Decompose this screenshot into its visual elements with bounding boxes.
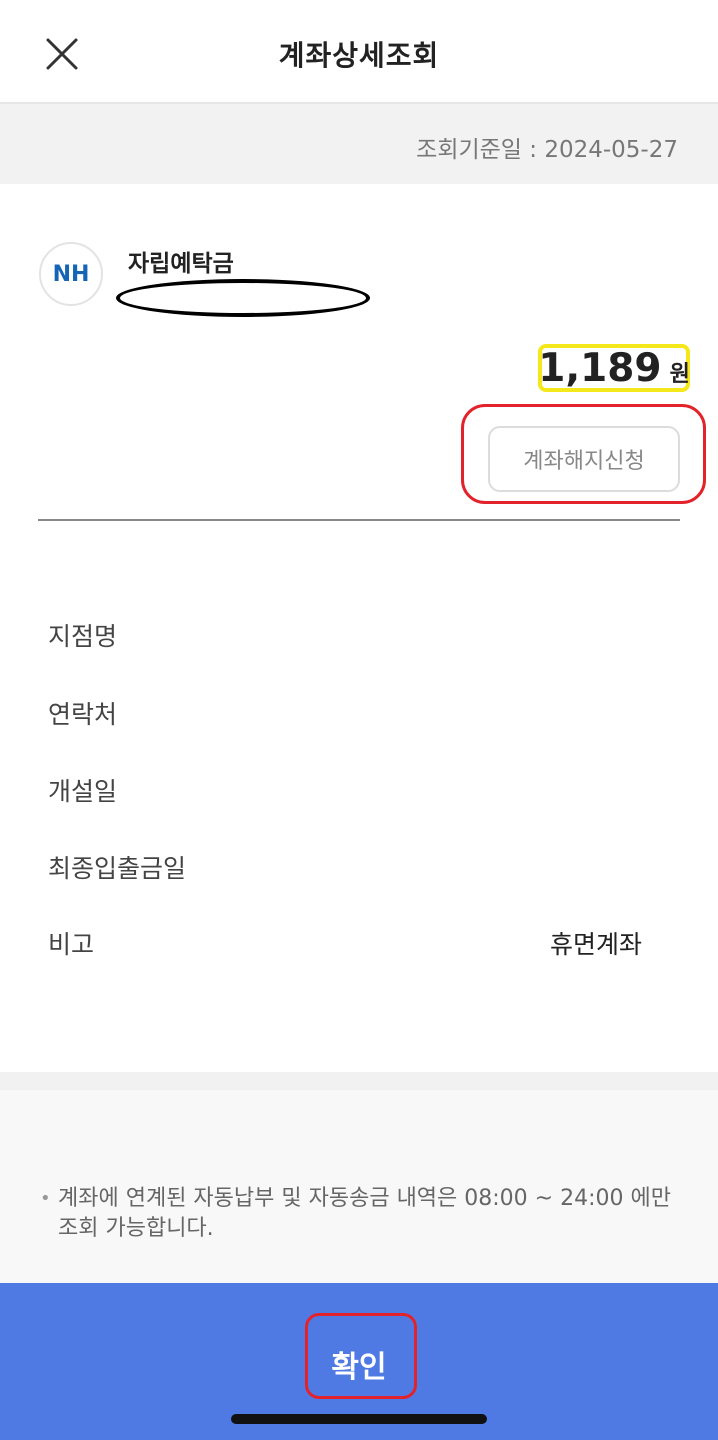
detail-label-contact: 연락처: [48, 700, 118, 729]
currency-unit: 원: [669, 362, 690, 387]
divider: [38, 519, 680, 521]
detail-label-open-date: 개설일: [48, 777, 118, 806]
terminate-account-button[interactable]: 계좌해지신청: [488, 426, 680, 492]
header: 계좌상세조회: [0, 0, 718, 104]
notice-area: [0, 1072, 718, 1284]
detail-label-remarks: 비고: [48, 930, 95, 959]
notice-bullet: •: [40, 1188, 51, 1209]
notice-text: 계좌에 연계된 자동납부 및 자동송금 내역은 08:00 ~ 24:00 에만…: [58, 1186, 671, 1241]
detail-value-remarks: 휴면계좌: [549, 930, 642, 959]
balance-highlight: 1,189 원: [538, 344, 690, 392]
account-name: 자립예탁금: [128, 251, 234, 277]
masked-account-number: [116, 279, 370, 317]
inquiry-date-bar: 조회기준일 : 2024-05-27: [0, 104, 718, 184]
detail-label-branch: 지점명: [48, 622, 118, 651]
page-title: 계좌상세조회: [278, 39, 440, 72]
inquiry-date: 조회기준일 : 2024-05-27: [416, 137, 678, 163]
confirm-highlight: [305, 1313, 417, 1399]
detail-label-last-transaction: 최종입출금일: [48, 854, 187, 883]
bank-logo: NH: [39, 242, 103, 306]
balance-amount: 1,189: [538, 345, 662, 391]
home-indicator: [231, 1414, 487, 1424]
